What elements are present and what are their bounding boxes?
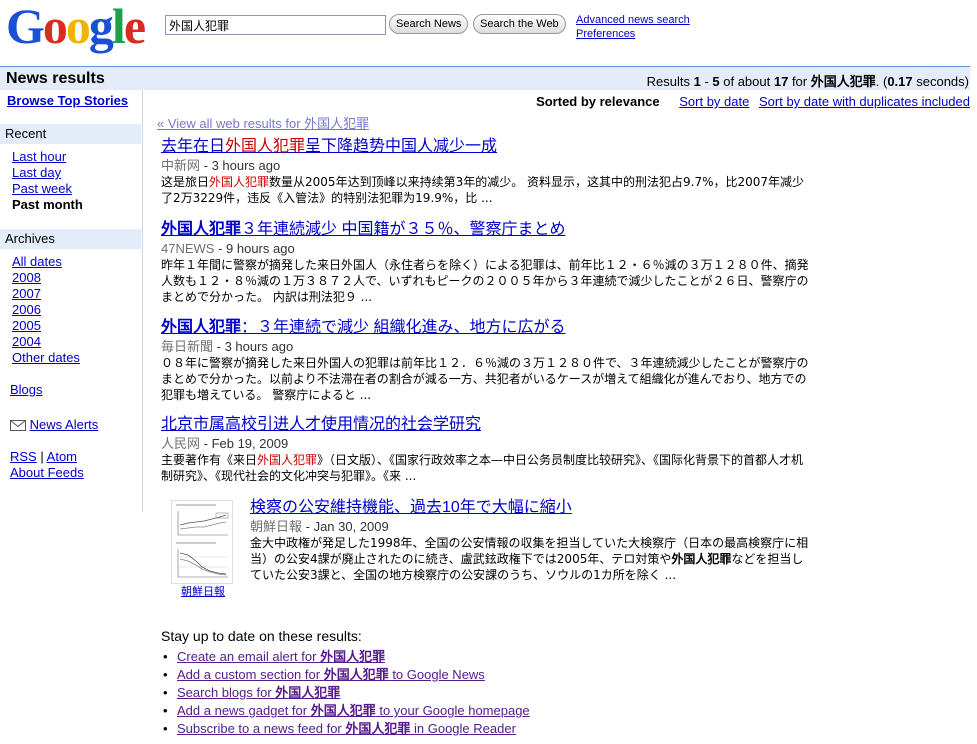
about-feeds-link[interactable]: About Feeds bbox=[10, 465, 84, 480]
result-title-link[interactable]: 北京市属高校引进人才使用情况的社会学研究 bbox=[161, 415, 811, 435]
news-result: 北京市属高校引进人才使用情况的社会学研究 人民网 - Feb 19, 2009 … bbox=[161, 415, 811, 484]
list-item: Add a custom section for 外国人犯罪 to Google… bbox=[161, 666, 530, 684]
result-snippet: 金大中政権が発足した1998年、全国の公安情報の収集を担当していた大検察庁（日本… bbox=[250, 536, 809, 582]
news-alerts: News Alerts bbox=[10, 417, 98, 432]
sort-current: Sorted by relevance bbox=[536, 94, 660, 109]
results-bar-title: News results bbox=[6, 70, 105, 87]
browse-top-stories-link[interactable]: Browse Top Stories bbox=[7, 93, 128, 108]
envelope-icon bbox=[10, 420, 26, 432]
list-item: Subscribe to a news feed for 外国人犯罪 in Go… bbox=[161, 720, 530, 738]
recent-heading: Recent bbox=[0, 124, 141, 144]
news-result: 外国人犯罪：３年連続で減少 組織化進み、地方に広がる 毎日新聞 - 3 hour… bbox=[161, 318, 811, 403]
sidebar-item-last-hour[interactable]: Last hour bbox=[12, 149, 66, 164]
thumbnail-source-link[interactable]: 朝鮮日報 bbox=[181, 583, 225, 599]
result-source: 毎日新聞 - 3 hours ago bbox=[161, 339, 294, 354]
sidebar-item-other-dates[interactable]: Other dates bbox=[12, 350, 80, 365]
sidebar-item-past-month: Past month bbox=[12, 197, 83, 212]
result-source: 人民网 - Feb 19, 2009 bbox=[161, 436, 289, 451]
news-result: 検察の公安維持機能、過去10年で大幅に縮小 朝鮮日報 - Jan 30, 200… bbox=[250, 498, 810, 583]
email-alert-link[interactable]: Create an email alert for 外国人犯罪 bbox=[177, 649, 385, 664]
news-result: 外国人犯罪３年連続減少 中国籍が３５％、警察庁まとめ 47NEWS - 9 ho… bbox=[161, 220, 811, 305]
sort-options: Sorted by relevance Sort by date Sort by… bbox=[536, 94, 970, 109]
blogs-link[interactable]: Blogs bbox=[10, 382, 43, 397]
sidebar-item-all-dates[interactable]: All dates bbox=[12, 254, 62, 269]
feed-separator: | bbox=[40, 449, 44, 464]
results-stats: Results 1 - 5 of about 17 for 外国人犯罪. (0.… bbox=[646, 74, 969, 89]
news-gadget-link[interactable]: Add a news gadget for 外国人犯罪 to your Goog… bbox=[177, 703, 530, 718]
rss-link[interactable]: RSS bbox=[10, 449, 37, 464]
sidebar-item-past-week[interactable]: Past week bbox=[12, 181, 72, 196]
list-item: Add a news gadget for 外国人犯罪 to your Goog… bbox=[161, 702, 530, 720]
google-logo[interactable]: Google bbox=[6, 0, 146, 52]
sort-by-date-link[interactable]: Sort by date bbox=[679, 94, 749, 109]
stay-up-to-date-heading: Stay up to date on these results: bbox=[161, 628, 362, 644]
search-blogs-link[interactable]: Search blogs for 外国人犯罪 bbox=[177, 685, 340, 700]
result-source: 47NEWS - 9 hours ago bbox=[161, 241, 295, 256]
news-feed-link[interactable]: Subscribe to a news feed for 外国人犯罪 in Go… bbox=[177, 721, 516, 736]
search-web-button[interactable]: Search the Web bbox=[473, 14, 566, 34]
sidebar-divider bbox=[142, 90, 143, 512]
sidebar-item-2007[interactable]: 2007 bbox=[12, 286, 41, 301]
custom-section-link[interactable]: Add a custom section for 外国人犯罪 to Google… bbox=[177, 667, 485, 682]
advanced-search-link[interactable]: Advanced news search bbox=[576, 14, 690, 26]
result-snippet: 昨年１年間に警察が摘発した来日外国人（永住者らを除く）による犯罪は、前年比１２・… bbox=[161, 258, 809, 304]
list-item: Search blogs for 外国人犯罪 bbox=[161, 684, 530, 702]
view-all-web-results-link[interactable]: « View all web results for 外国人犯罪 bbox=[157, 113, 369, 132]
stay-up-to-date-list: Create an email alert for 外国人犯罪 Add a cu… bbox=[161, 648, 530, 738]
result-thumbnail[interactable] bbox=[171, 500, 233, 584]
chart-thumbnail-image bbox=[172, 501, 232, 583]
sidebar-item-2005[interactable]: 2005 bbox=[12, 318, 41, 333]
result-snippet: 主要著作有《来日外国人犯罪》（日文版）、《国家行政效率之本—中日公务员制度比较研… bbox=[161, 453, 804, 483]
archive-list: All dates 2008 2007 2006 2005 2004 Other… bbox=[12, 254, 80, 366]
result-snippet: ０８年に警察が摘発した来日外国人の犯罪は前年比１２．６％減の３万１２８０件で、３… bbox=[161, 356, 809, 402]
archives-heading: Archives bbox=[0, 229, 141, 249]
news-result: 去年在日外国人犯罪呈下降趋势中国人减少一成 中新网 - 3 hours ago … bbox=[161, 137, 811, 206]
search-news-button[interactable]: Search News bbox=[389, 14, 469, 34]
sidebar-item-2006[interactable]: 2006 bbox=[12, 302, 41, 317]
search-input[interactable] bbox=[165, 15, 386, 35]
result-title-link[interactable]: 外国人犯罪３年連続減少 中国籍が３５％、警察庁まとめ bbox=[161, 220, 811, 240]
sort-by-date-dup-link[interactable]: Sort by date with duplicates included bbox=[759, 94, 970, 109]
sidebar-item-2008[interactable]: 2008 bbox=[12, 270, 41, 285]
result-source: 朝鮮日報 - Jan 30, 2009 bbox=[250, 519, 389, 534]
sidebar-item-last-day[interactable]: Last day bbox=[12, 165, 61, 180]
result-title-link[interactable]: 外国人犯罪：３年連続で減少 組織化進み、地方に広がる bbox=[161, 318, 811, 338]
preferences-link[interactable]: Preferences bbox=[576, 28, 635, 40]
result-title-link[interactable]: 去年在日外国人犯罪呈下降趋势中国人减少一成 bbox=[161, 137, 811, 157]
sidebar-item-2004[interactable]: 2004 bbox=[12, 334, 41, 349]
feed-links: RSS | Atom bbox=[10, 449, 77, 464]
result-snippet: 这是旅日外国人犯罪数量从2005年达到顶峰以来持续第3年的减少。 资料显示，这其… bbox=[161, 175, 805, 205]
list-item: Create an email alert for 外国人犯罪 bbox=[161, 648, 530, 666]
result-title-link[interactable]: 検察の公安維持機能、過去10年で大幅に縮小 bbox=[250, 498, 810, 518]
news-alerts-link[interactable]: News Alerts bbox=[30, 417, 99, 432]
result-source: 中新网 - 3 hours ago bbox=[161, 158, 281, 173]
recent-list: Last hour Last day Past week Past month bbox=[12, 149, 83, 213]
atom-link[interactable]: Atom bbox=[47, 449, 77, 464]
